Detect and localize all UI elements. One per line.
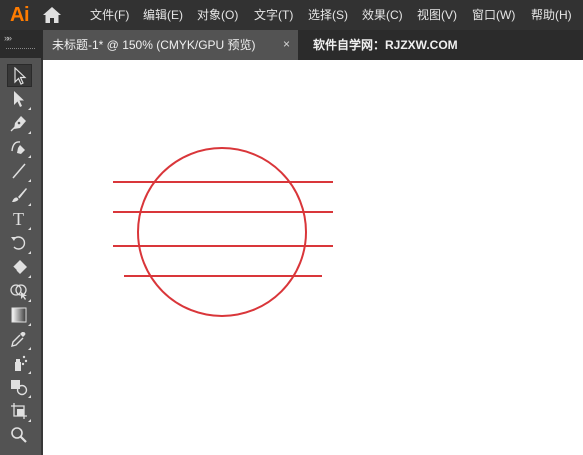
menu-edit[interactable]: 编辑(E) <box>143 7 183 23</box>
direct-selection-tool-icon <box>14 91 24 107</box>
shape-builder-tool[interactable] <box>7 280 32 303</box>
eyedropper-tool-icon <box>11 332 26 347</box>
eyedropper-tool[interactable] <box>7 328 32 351</box>
document-tab-bar: 未标题-1* @ 150% (CMYK/GPU 预览) × 软件自学网：RJZX… <box>0 30 583 60</box>
menu-effect[interactable]: 效果(C) <box>362 7 403 23</box>
live-paint-tool-icon <box>11 380 28 396</box>
artboard-tool-icon <box>11 403 27 419</box>
symbol-sprayer-tool-icon <box>15 355 28 371</box>
menu-object[interactable]: 对象(O) <box>197 7 238 23</box>
tab-document-untitled[interactable]: 未标题-1* @ 150% (CMYK/GPU 预览) × <box>43 30 298 60</box>
paintbrush-tool[interactable] <box>7 184 32 207</box>
menu-select[interactable]: 选择(S) <box>308 7 348 23</box>
selection-tool[interactable] <box>7 64 32 87</box>
collapse-icon[interactable]: »» <box>4 33 12 43</box>
artwork <box>113 147 333 317</box>
menu-bar: Ai 文件(F) 编辑(E) 对象(O) 文字(T) 选择(S) 效果(C) 视… <box>0 0 583 30</box>
line-segment-tool-icon <box>12 163 26 179</box>
curvature-tool[interactable] <box>7 136 32 159</box>
panel-grip[interactable] <box>6 48 35 51</box>
pen-tool[interactable] <box>7 112 32 135</box>
type-tool-icon: T <box>13 209 24 229</box>
paintbrush-tool-icon <box>12 188 27 202</box>
tools-panel: »» T <box>0 30 41 455</box>
menu-file[interactable]: 文件(F) <box>90 7 129 23</box>
shape-builder-tool-icon <box>10 284 27 300</box>
tab-document-other[interactable]: 软件自学网：RJZXW.COM <box>300 30 583 60</box>
direct-selection-tool[interactable] <box>7 88 32 111</box>
symbol-sprayer-tool[interactable] <box>7 352 32 375</box>
zoom-tool-icon <box>11 427 27 443</box>
close-icon[interactable]: × <box>283 37 290 51</box>
tools-panel-header: »» <box>0 30 41 58</box>
menu-help[interactable]: 帮助(H) <box>531 7 572 23</box>
circle-shape[interactable] <box>137 147 307 317</box>
line-segment-tool[interactable] <box>7 160 32 183</box>
eraser-tool[interactable] <box>7 256 32 279</box>
gradient-tool-icon <box>11 307 27 323</box>
live-paint-tool[interactable] <box>7 376 32 399</box>
artboard-tool[interactable] <box>7 400 32 423</box>
curvature-tool-icon <box>11 141 25 154</box>
eraser-tool-icon <box>12 260 27 274</box>
home-icon[interactable] <box>42 6 62 24</box>
artboard-canvas[interactable] <box>43 60 583 455</box>
gradient-tool[interactable] <box>7 304 32 327</box>
pen-tool-icon <box>10 116 26 132</box>
tab-title: 软件自学网：RJZXW.COM <box>313 38 458 52</box>
selection-tool-icon <box>14 67 27 85</box>
menu-window[interactable]: 窗口(W) <box>472 7 515 23</box>
type-tool[interactable]: T <box>7 208 32 231</box>
rotate-tool-icon <box>11 236 26 250</box>
menu-type[interactable]: 文字(T) <box>254 7 293 23</box>
zoom-tool[interactable] <box>7 424 32 447</box>
menu-view[interactable]: 视图(V) <box>417 7 457 23</box>
rotate-tool[interactable] <box>7 232 32 255</box>
app-logo: Ai <box>10 4 30 26</box>
tab-title: 未标题-1* @ 150% (CMYK/GPU 预览) <box>52 38 256 52</box>
